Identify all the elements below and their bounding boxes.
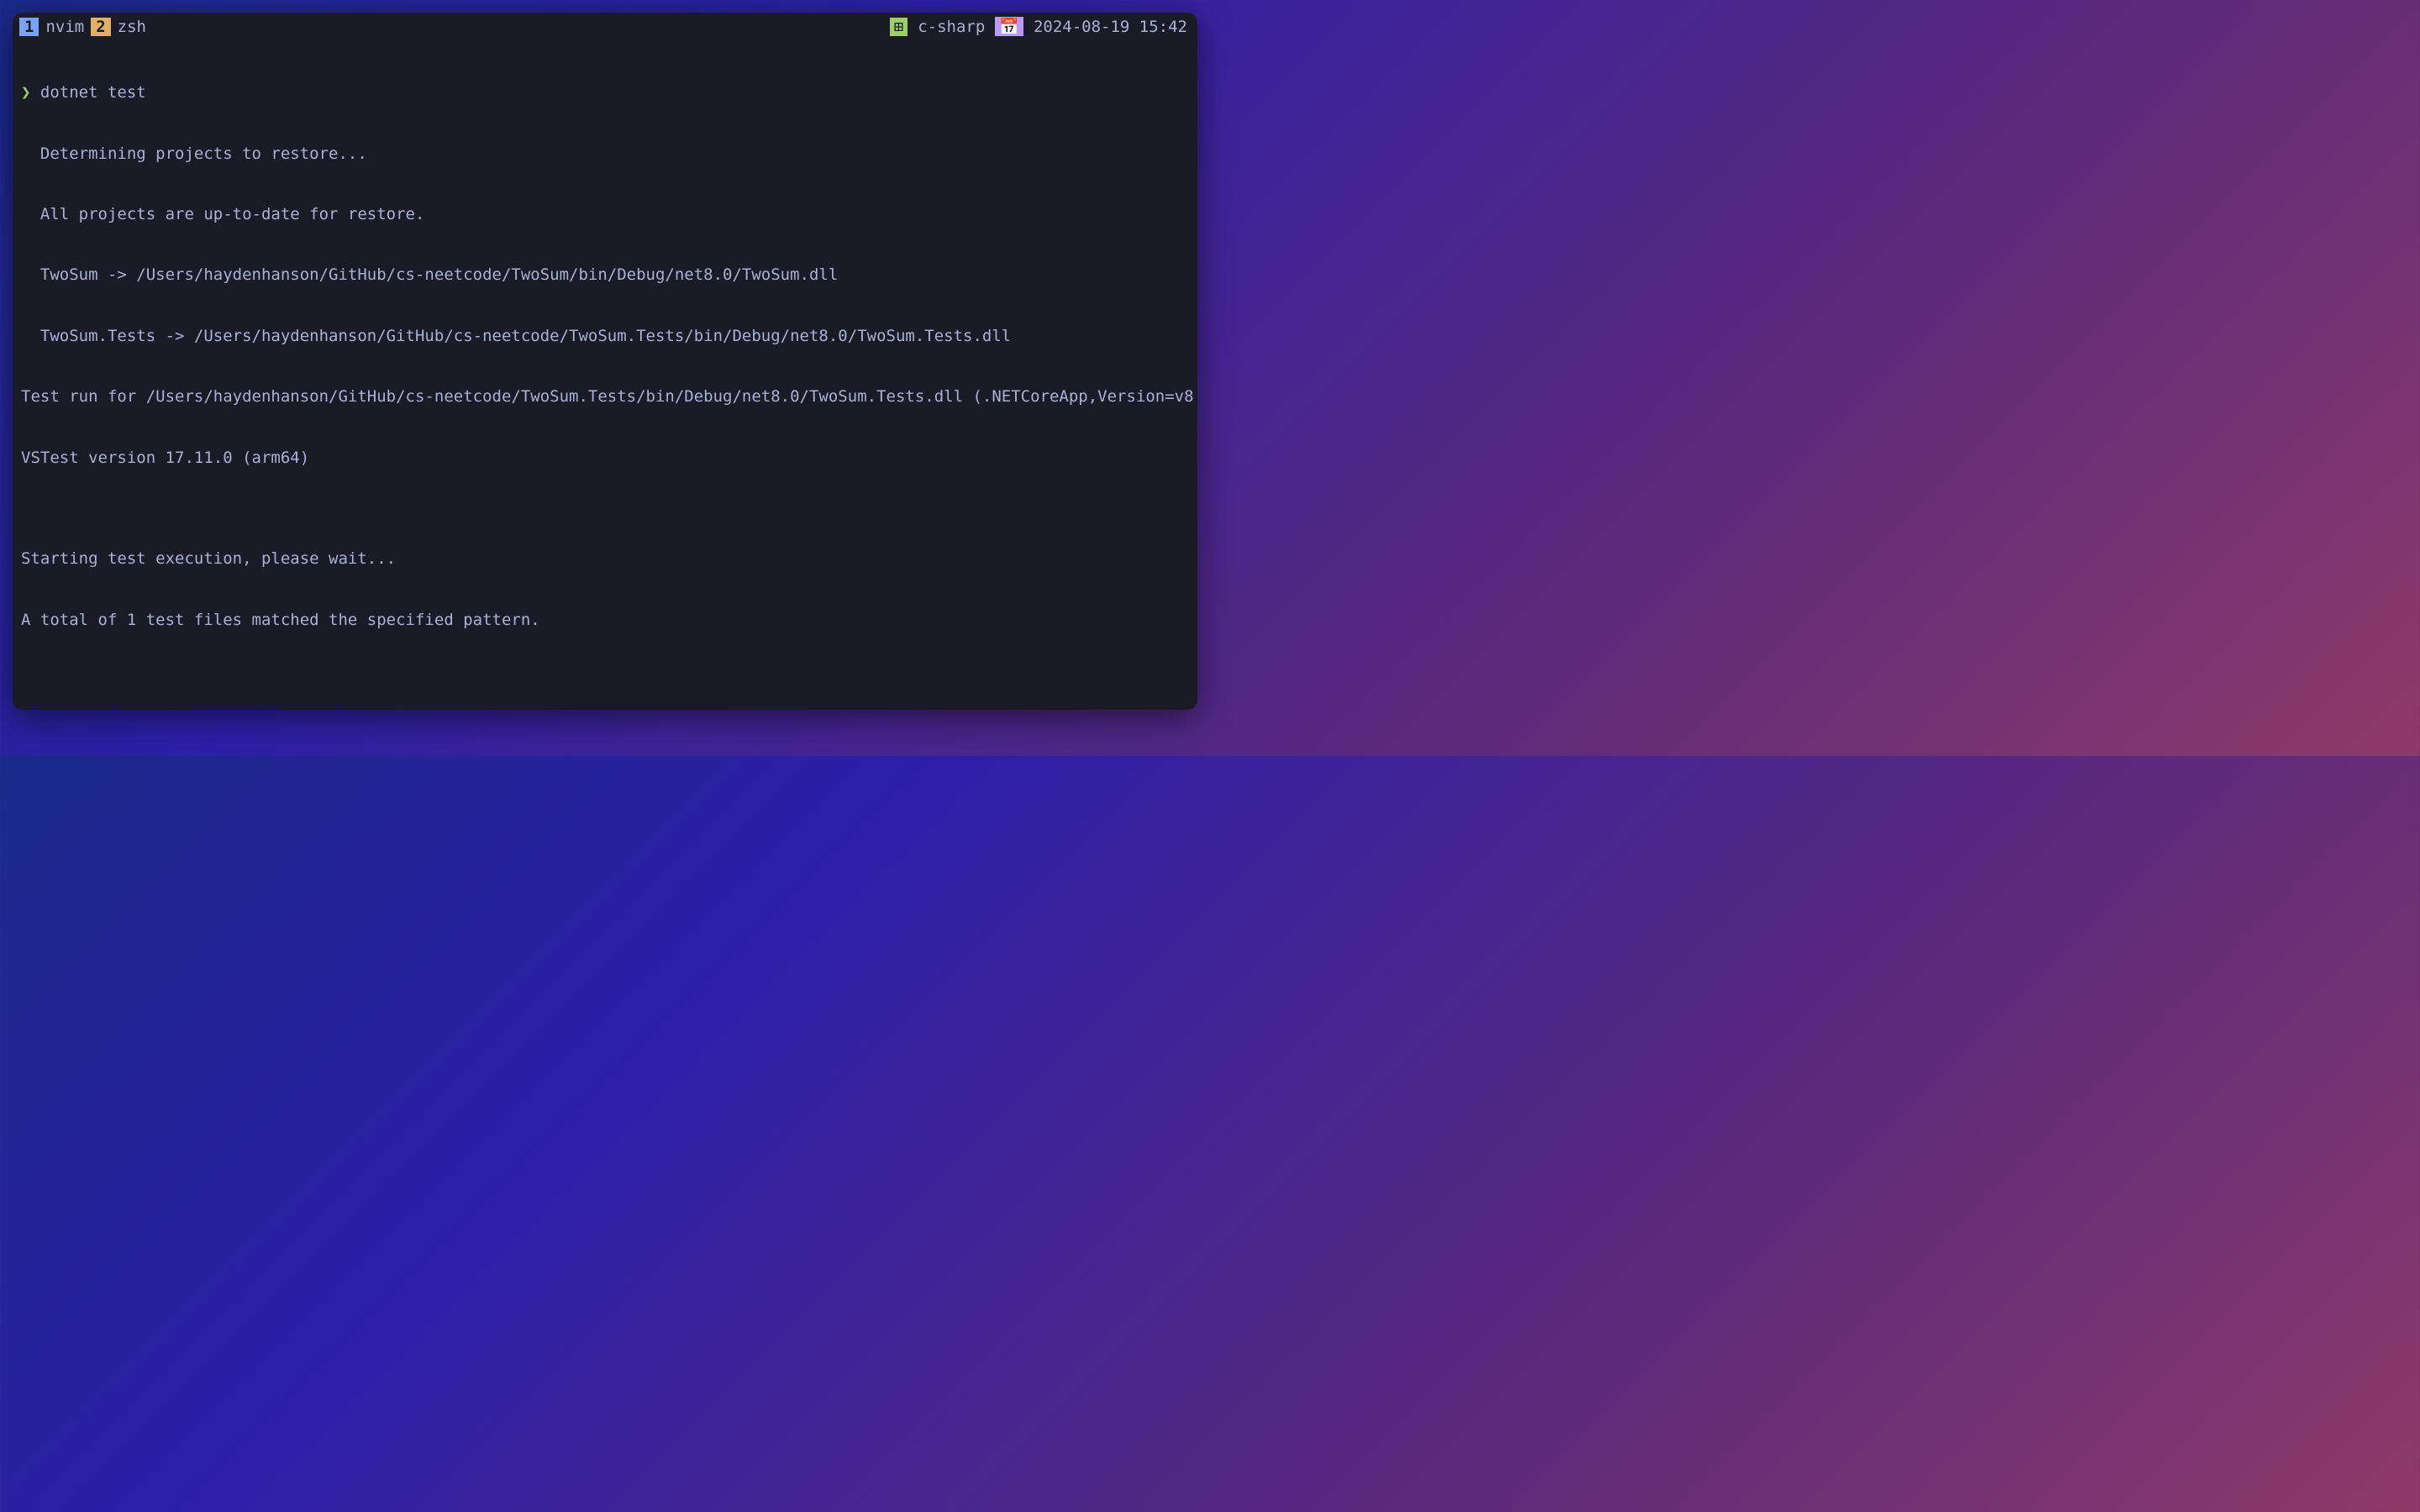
- tab-1-label[interactable]: nvim: [39, 18, 91, 36]
- command-line: ❯ dotnet test: [21, 82, 1189, 102]
- terminal-window[interactable]: 1 nvim 2 zsh ⊞ c-sharp 📅 2024-08-19 15:4…: [13, 13, 1197, 710]
- output-line: Determining projects to restore...: [21, 144, 1189, 164]
- calendar-icon: 📅: [995, 17, 1023, 36]
- blank-line: [21, 670, 1189, 690]
- tab-2-number[interactable]: 2: [91, 18, 110, 36]
- status-left: 1 nvim 2 zsh: [19, 18, 153, 36]
- prompt-symbol: ❯: [21, 83, 30, 102]
- status-right: ⊞ c-sharp 📅 2024-08-19 15:42: [890, 17, 1191, 36]
- command-text: dotnet test: [40, 83, 146, 102]
- output-line: VSTest version 17.11.0 (arm64): [21, 448, 1189, 468]
- tab-1-number[interactable]: 1: [19, 18, 39, 36]
- terminal-body[interactable]: ❯ dotnet test Determining projects to re…: [13, 40, 1197, 710]
- output-line: Test run for /Users/haydenhanson/GitHub/…: [21, 386, 1189, 407]
- output-line: TwoSum -> /Users/haydenhanson/GitHub/cs-…: [21, 265, 1189, 285]
- datetime: 2024-08-19 15:42: [1030, 18, 1191, 36]
- session-name: c-sharp: [914, 18, 988, 36]
- tmux-status-bar: 1 nvim 2 zsh ⊞ c-sharp 📅 2024-08-19 15:4…: [13, 13, 1197, 40]
- pane-icon: ⊞: [890, 18, 908, 36]
- output-line: All projects are up-to-date for restore.: [21, 204, 1189, 224]
- output-line: A total of 1 test files matched the spec…: [21, 610, 1189, 630]
- output-line: TwoSum.Tests -> /Users/haydenhanson/GitH…: [21, 326, 1189, 346]
- tab-2-label[interactable]: zsh: [111, 18, 153, 36]
- output-line: Starting test execution, please wait...: [21, 549, 1189, 569]
